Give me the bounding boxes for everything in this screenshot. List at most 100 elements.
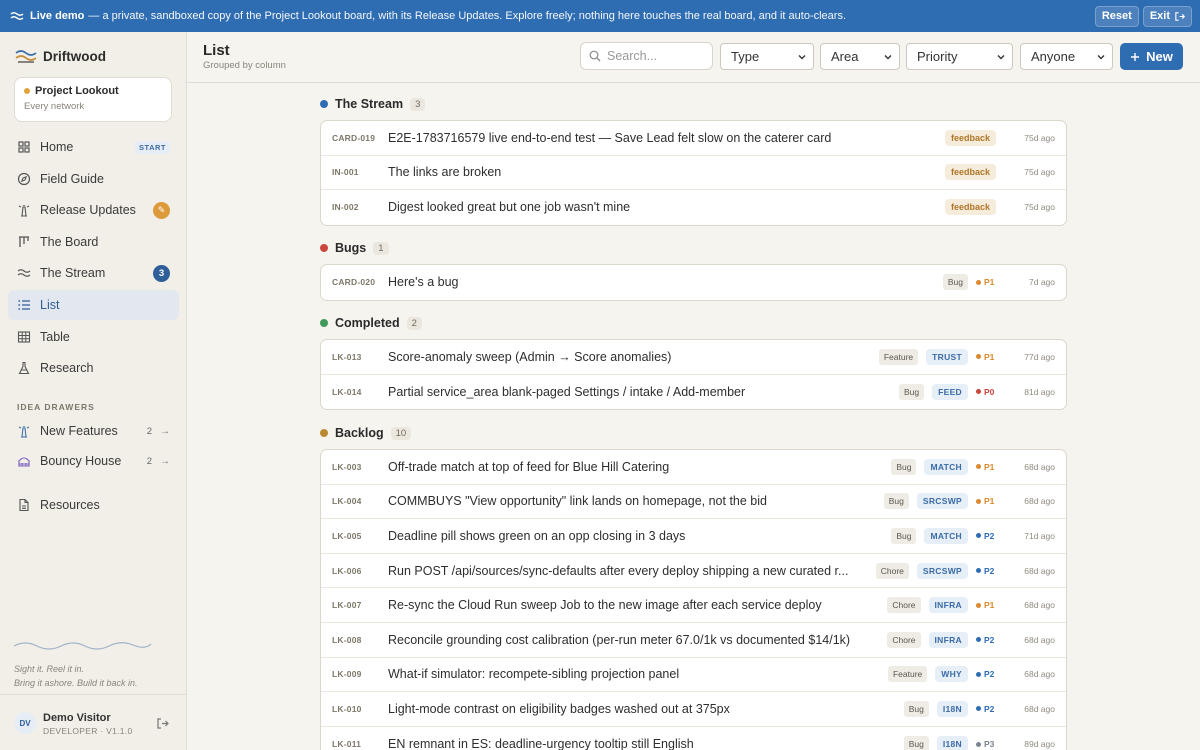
- home-grid-icon: [17, 140, 31, 154]
- idea-drawers-heading: IDEA DRAWERS: [17, 402, 95, 412]
- card-row[interactable]: LK-006 Run POST /api/sources/sync-default…: [321, 554, 1066, 589]
- card-age: 75d ago: [1024, 167, 1055, 178]
- card-title: EN remnant in ES: deadline-urgency toolt…: [388, 737, 694, 750]
- card-row[interactable]: LK-013 Score-anomaly sweep (Admin → Score…: [321, 340, 1066, 375]
- new-button-label: New: [1146, 49, 1173, 64]
- card-id: LK-013: [332, 351, 362, 362]
- nav-item-table[interactable]: Table: [8, 322, 179, 352]
- group-header-stream[interactable]: The Stream 3: [320, 97, 426, 111]
- group-title: The Stream: [335, 97, 404, 111]
- tagline-line-1: Sight it. Reel it in.: [14, 664, 85, 674]
- card-id: IN-001: [332, 167, 359, 178]
- card-row[interactable]: LK-010 Light-mode contrast on eligibility…: [321, 692, 1066, 727]
- drawer-new-features[interactable]: New Features 2 →: [8, 417, 179, 445]
- priority-filter-value: Priority: [917, 49, 958, 64]
- card-row[interactable]: CARD-019 E2E-1783716579 live end-to-end t…: [321, 121, 1066, 156]
- area-chip: I18N: [936, 736, 968, 750]
- priority-label: P1: [984, 351, 995, 362]
- priority-dot: [976, 498, 981, 504]
- assignee-filter[interactable]: Anyone: [1020, 43, 1113, 70]
- area-filter[interactable]: Area: [820, 43, 900, 70]
- group-count: 10: [390, 426, 412, 440]
- card-row[interactable]: LK-007 Re-sync the Cloud Run sweep Job to…: [321, 588, 1066, 623]
- board-icon: [17, 235, 31, 249]
- nav-item-field-guide[interactable]: Field Guide: [8, 164, 179, 194]
- card-list-completed: LK-013 Score-anomaly sweep (Admin → Score…: [320, 339, 1067, 411]
- type-chip: Bug: [891, 458, 917, 475]
- new-card-button[interactable]: New: [1120, 43, 1183, 70]
- chevron-down-icon: [996, 52, 1006, 62]
- card-row[interactable]: LK-014 Partial service_area blank-paged S…: [321, 375, 1066, 410]
- nav-item-the-stream[interactable]: The Stream 3: [8, 258, 179, 288]
- nav-item-release-updates[interactable]: Release Updates ✎: [8, 195, 179, 225]
- card-title: The links are broken: [388, 165, 502, 180]
- nav-label: The Stream: [40, 266, 106, 281]
- nav-item-research[interactable]: Research: [8, 353, 179, 383]
- card-age: 7d ago: [1029, 277, 1055, 288]
- flask-icon: [17, 361, 31, 375]
- group-title: Bugs: [335, 241, 367, 255]
- group-header-bugs[interactable]: Bugs 1: [320, 241, 389, 255]
- exit-icon: [1174, 11, 1185, 22]
- group-header-completed[interactable]: Completed 2: [320, 316, 422, 330]
- exit-button[interactable]: Exit: [1142, 5, 1192, 27]
- card-row[interactable]: LK-004 COMMBUYS "View opportunity" link l…: [321, 485, 1066, 520]
- resources-label: Resources: [40, 498, 100, 512]
- search-box[interactable]: [580, 42, 713, 70]
- group-header-backlog[interactable]: Backlog 10: [320, 426, 412, 440]
- type-chip: Bug: [942, 274, 968, 291]
- main-nav: Home START Field Guide Release Updates ✎…: [8, 132, 179, 385]
- card-id: LK-005: [332, 530, 362, 541]
- wave-decoration: [13, 642, 152, 650]
- card-row[interactable]: LK-011 EN remnant in ES: deadline-urgency…: [321, 727, 1066, 750]
- card-id: LK-006: [332, 565, 362, 576]
- arrow-right-icon: →: [160, 455, 170, 467]
- group-dot: [320, 319, 328, 327]
- card-row[interactable]: CARD-020 Here's a bug Bug P1 7d ago: [321, 265, 1066, 300]
- user-panel: DV Demo Visitor DEVELOPER · V1.1.0: [0, 694, 186, 750]
- feedback-chip: feedback: [944, 199, 996, 216]
- priority-badge: P1: [976, 496, 1002, 506]
- type-filter[interactable]: Type: [720, 43, 814, 70]
- card-row[interactable]: IN-001 The links are broken feedback 75d ag…: [321, 156, 1066, 191]
- logout-icon[interactable]: [156, 717, 169, 730]
- card-age: 68d ago: [1024, 634, 1055, 645]
- brand[interactable]: Driftwood: [15, 48, 106, 64]
- priority-dot: [976, 741, 981, 747]
- priority-label: P1: [984, 277, 995, 288]
- tagline-line-2: Bring it ashore. Build it back in.: [14, 678, 138, 688]
- card-row[interactable]: LK-008 Reconcile grounding cost calibrati…: [321, 623, 1066, 658]
- reset-label: Reset: [1101, 10, 1132, 22]
- card-row[interactable]: LK-005 Deadline pill shows green on an op…: [321, 519, 1066, 554]
- card-row[interactable]: LK-003 Off-trade match at top of feed for…: [321, 450, 1066, 485]
- nav-item-resources[interactable]: Resources: [8, 490, 179, 520]
- tagline: Sight it. Reel it in. Bring it ashore. B…: [14, 662, 138, 690]
- nav-label: Release Updates: [40, 203, 136, 218]
- avatar[interactable]: DV: [14, 712, 36, 734]
- nav-item-the-board[interactable]: The Board: [8, 227, 179, 257]
- priority-label: P0: [984, 386, 995, 397]
- chevron-down-icon: [797, 52, 807, 62]
- card-row[interactable]: LK-009 What-if simulator: recompete-sibli…: [321, 658, 1066, 693]
- priority-label: P1: [984, 461, 995, 472]
- area-chip: SRCSWP: [916, 562, 968, 579]
- card-id: LK-009: [332, 669, 362, 680]
- priority-filter[interactable]: Priority: [906, 43, 1013, 70]
- user-role: DEVELOPER · V1.1.0: [43, 726, 133, 736]
- nav-item-home[interactable]: Home START: [8, 132, 179, 162]
- nav-item-list[interactable]: List: [8, 289, 179, 320]
- reset-button[interactable]: Reset: [1094, 5, 1139, 27]
- card-row[interactable]: IN-002 Digest looked great but one job wa…: [321, 190, 1066, 225]
- card-age: 68d ago: [1024, 461, 1055, 472]
- nav-label: Field Guide: [40, 171, 104, 186]
- card-id: LK-003: [332, 461, 362, 472]
- group-dot: [320, 429, 328, 437]
- priority-dot: [976, 568, 981, 574]
- priority-label: P3: [984, 739, 995, 750]
- drawer-bouncy-house[interactable]: Bouncy House 2 →: [8, 447, 179, 475]
- search-input[interactable]: [607, 49, 707, 63]
- project-switcher[interactable]: Project Lookout Every network: [14, 77, 172, 122]
- card-id: IN-002: [332, 202, 359, 213]
- card-age: 71d ago: [1024, 530, 1055, 541]
- feedback-chip: feedback: [944, 164, 996, 181]
